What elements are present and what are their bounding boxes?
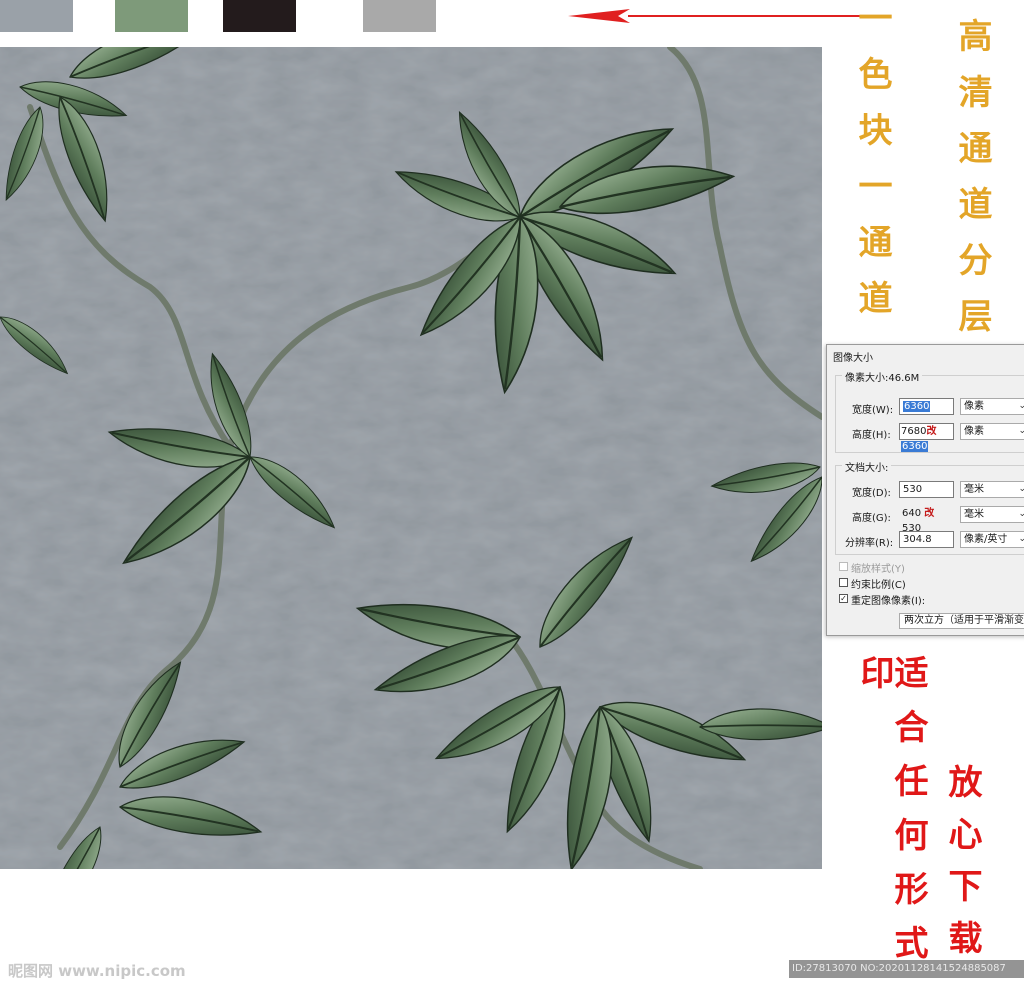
- chevron-down-icon: ⌄: [1018, 484, 1024, 494]
- resolution-unit-select[interactable]: 像素/英寸 ⌄: [960, 531, 1024, 548]
- image-id-watermark: ID:27813070 NO:20201128141524885087: [789, 960, 1024, 978]
- image-size-dialog: 图像大小 像素大小:46.6M 宽度(W): 6360 像素 ⌄ 高度(H): 7…: [826, 344, 1024, 636]
- color-swatch-green: [115, 0, 188, 32]
- left-arrow-icon: [568, 9, 860, 23]
- site-watermark: 昵图网 www.nipic.com: [8, 962, 186, 980]
- annotation-one-color-one-channel: 一色块一通道: [852, 0, 892, 336]
- color-swatch-grey: [363, 0, 436, 32]
- color-swatch-dark: [223, 0, 296, 32]
- resample-label: 重定图像像素(I):: [851, 596, 926, 607]
- doc-height-label: 高度(G):: [852, 513, 891, 524]
- doc-width-input[interactable]: 530: [899, 481, 954, 498]
- doc-width-unit-select[interactable]: 毫米 ⌄: [960, 481, 1024, 498]
- document-size-label: 文档大小:: [842, 459, 892, 474]
- height-input[interactable]: 7680改6360: [899, 423, 954, 452]
- scale-styles-checkbox[interactable]: [839, 562, 848, 571]
- chevron-down-icon: ⌄: [1018, 534, 1024, 544]
- chevron-down-icon: ⌄: [1018, 509, 1024, 519]
- constrain-proportions-checkbox[interactable]: [839, 578, 848, 587]
- dialog-title: 图像大小: [833, 353, 873, 364]
- doc-width-label: 宽度(D):: [852, 488, 891, 499]
- constrain-proportions-label: 约束比例(C): [851, 580, 906, 591]
- annotation-hd-channel-layers: 高清通道分层: [952, 18, 992, 354]
- height-label: 高度(H):: [852, 430, 891, 441]
- width-label: 宽度(W):: [852, 405, 894, 416]
- chevron-down-icon: ⌄: [1018, 401, 1024, 411]
- resample-checkbox[interactable]: ✓: [839, 594, 848, 603]
- annotation-suits-any-print: 适合任何形式印: [854, 655, 928, 979]
- doc-height-unit-select[interactable]: 毫米 ⌄: [960, 506, 1024, 523]
- color-swatch-grey-blue: [0, 0, 73, 32]
- resolution-label: 分辨率(R):: [845, 538, 894, 549]
- leaf-pattern-artwork: [0, 47, 822, 869]
- width-input[interactable]: 6360: [899, 398, 954, 415]
- doc-height-input[interactable]: 640 改 530: [899, 506, 954, 534]
- width-unit-select[interactable]: 像素 ⌄: [960, 398, 1024, 415]
- chevron-down-icon: ⌄: [1018, 426, 1024, 436]
- scale-styles-label: 缩放样式(Y): [851, 564, 905, 575]
- annotation-safe-download: 放心下载: [942, 764, 982, 972]
- pixel-size-label: 像素大小:46.6M: [842, 369, 923, 384]
- height-unit-select[interactable]: 像素 ⌄: [960, 423, 1024, 440]
- resolution-input[interactable]: 304.8: [899, 531, 954, 548]
- resample-method-select[interactable]: 两次立方（适用于平滑渐变: [899, 613, 1024, 629]
